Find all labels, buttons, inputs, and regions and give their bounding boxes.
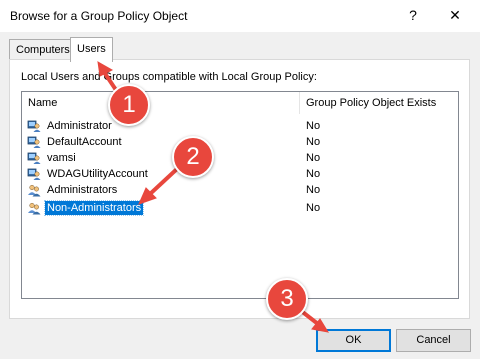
- window-title: Browse for a Group Policy Object: [10, 9, 188, 23]
- user-icon: [27, 152, 41, 164]
- list-item-exists: No: [306, 136, 321, 148]
- list-item-name: Administrators: [47, 184, 118, 196]
- list-item-selected[interactable]: Non-Administrators No: [22, 200, 458, 216]
- title-bar: Browse for a Group Policy Object ? ✕: [0, 0, 480, 32]
- list-item[interactable]: WDAGUtilityAccount No: [22, 166, 458, 182]
- user-icon: [27, 136, 41, 148]
- list-item-exists: No: [306, 202, 321, 214]
- list-item-name: Non-Administrators: [43, 200, 145, 216]
- list-item-name: vamsi: [47, 152, 76, 164]
- list-item-exists: No: [306, 120, 321, 132]
- step-1-callout: 1: [108, 84, 150, 126]
- list-item[interactable]: vamsi No: [22, 150, 458, 166]
- list-item-name: Administrator: [47, 120, 112, 132]
- column-header-name[interactable]: Name: [22, 92, 299, 114]
- ok-button[interactable]: OK: [316, 329, 391, 352]
- close-button[interactable]: ✕: [442, 4, 468, 26]
- step-3-callout: 3: [266, 278, 308, 320]
- list-item[interactable]: Administrators No: [22, 182, 458, 198]
- list-item[interactable]: Administrator No: [22, 118, 458, 134]
- help-button[interactable]: ?: [400, 4, 426, 26]
- user-icon: [27, 120, 41, 132]
- tab-computers[interactable]: Computers: [9, 39, 77, 60]
- list-item-exists: No: [306, 184, 321, 196]
- group-icon: [28, 202, 41, 215]
- list-item-exists: No: [306, 168, 321, 180]
- column-header-gpo-exists[interactable]: Group Policy Object Exists: [300, 92, 458, 114]
- list-item-name: DefaultAccount: [47, 136, 122, 148]
- user-icon: [27, 168, 41, 180]
- tab-users[interactable]: Users: [70, 37, 113, 62]
- list-item-name: WDAGUtilityAccount: [47, 168, 148, 180]
- cancel-button[interactable]: Cancel: [396, 329, 471, 352]
- group-icon: [28, 184, 41, 197]
- list-item[interactable]: DefaultAccount No: [22, 134, 458, 150]
- panel-description: Local Users and Groups compatible with L…: [21, 71, 317, 83]
- step-2-callout: 2: [172, 136, 214, 178]
- list-item-exists: No: [306, 152, 321, 164]
- users-list[interactable]: Name Group Policy Object Exists Administ…: [21, 91, 459, 299]
